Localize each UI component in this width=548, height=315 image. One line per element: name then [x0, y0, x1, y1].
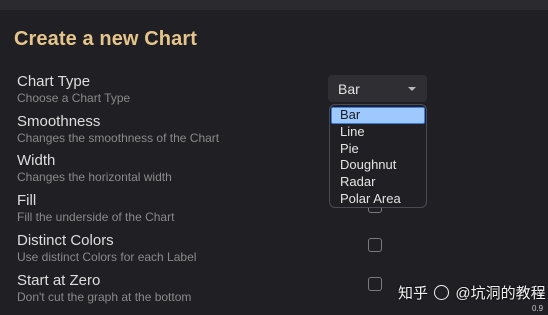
setting-description: Use distinct Colors for each Label — [17, 250, 197, 264]
chart-type-select-value: Bar — [338, 81, 360, 97]
setting-smoothness: Smoothness Changes the smoothness of the… — [17, 113, 219, 146]
chart-type-option-line[interactable]: Line — [330, 124, 426, 141]
setting-label: Start at Zero — [17, 272, 101, 289]
edge-number: 0.9 — [532, 304, 544, 313]
chart-type-option-pie[interactable]: Pie — [330, 141, 426, 158]
distinct-colors-checkbox[interactable] — [368, 238, 382, 252]
setting-description: Fill the underside of the Chart — [17, 210, 175, 224]
chart-type-dropdown: Bar Line Pie Doughnut Radar Polar Area — [329, 104, 427, 208]
chart-type-select[interactable]: Bar — [328, 75, 427, 102]
setting-label: Distinct Colors — [17, 232, 114, 249]
setting-chart-type: Chart Type Choose a Chart Type — [17, 73, 130, 106]
setting-width: Width Changes the horizontal width — [17, 152, 172, 185]
setting-label: Width — [17, 152, 56, 169]
modal-title: Create a new Chart — [14, 28, 197, 50]
chart-type-option-polar-area[interactable]: Polar Area — [330, 191, 426, 208]
chart-type-option-doughnut[interactable]: Doughnut — [330, 157, 426, 174]
start-at-zero-checkbox[interactable] — [368, 277, 382, 291]
setting-label: Chart Type — [17, 73, 91, 90]
watermark-logo-icon — [434, 285, 450, 300]
setting-fill: Fill Fill the underside of the Chart — [17, 192, 174, 225]
setting-description: Choose a Chart Type — [17, 91, 131, 105]
setting-distinct-colors: Distinct Colors Use distinct Colors for … — [17, 232, 196, 265]
setting-start-at-zero: Start at Zero Don't cut the graph at the… — [17, 272, 191, 305]
setting-description: Changes the horizontal width — [17, 170, 172, 184]
setting-description: Changes the smoothness of the Chart — [17, 131, 220, 145]
watermark: 知乎 @坑洞的教程 — [398, 282, 546, 303]
chart-type-option-bar[interactable]: Bar — [331, 107, 425, 124]
setting-label: Smoothness — [17, 113, 101, 130]
top-strip — [0, 0, 548, 10]
chart-type-option-radar[interactable]: Radar — [330, 174, 426, 191]
watermark-text-left: 知乎 — [398, 285, 429, 302]
chevron-down-icon — [408, 87, 416, 91]
setting-description: Don't cut the graph at the bottom — [17, 290, 192, 304]
edge-number: 1.0 — [532, 288, 544, 297]
setting-label: Fill — [17, 192, 37, 209]
